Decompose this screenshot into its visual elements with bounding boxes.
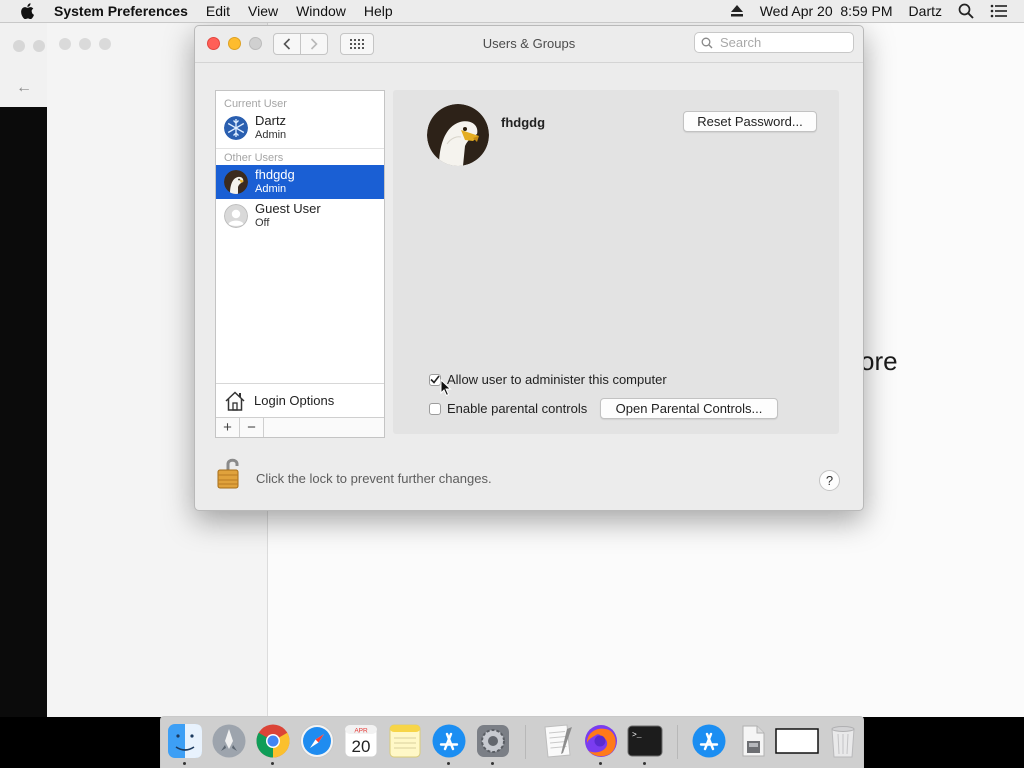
background-window-traffic-lights <box>59 38 111 50</box>
downloads-stack-icon[interactable] <box>691 723 727 759</box>
menu-edit[interactable]: Edit <box>206 3 230 19</box>
safari-icon[interactable] <box>299 723 335 759</box>
launchpad-icon[interactable] <box>211 723 247 759</box>
firefox-icon[interactable] <box>583 723 619 759</box>
user-row-fhdgdg[interactable]: fhdgdg Admin <box>216 165 384 199</box>
user-name: fhdgdg <box>255 167 295 182</box>
terminal-prompt: >_ <box>632 731 642 740</box>
remove-user-button[interactable]: − <box>240 418 264 437</box>
detail-username: fhdgdg <box>501 115 546 130</box>
app-store-icon[interactable] <box>431 723 467 759</box>
menu-datetime[interactable]: Wed Apr 20 8:59 PM <box>760 3 893 19</box>
zoom-button[interactable] <box>249 37 262 50</box>
help-button[interactable]: ? <box>819 470 840 491</box>
house-icon <box>225 390 245 411</box>
chrome-running-indicator <box>271 762 274 765</box>
chrome-icon[interactable] <box>255 723 291 759</box>
user-list: Current User Dartz Admin Other Users fhd… <box>215 90 385 438</box>
user-detail-panel: fhdgdg Reset Password... Allow user to a… <box>393 90 839 434</box>
finder-running-indicator <box>183 762 186 765</box>
back-button[interactable] <box>273 33 301 55</box>
allow-admin-label[interactable]: Allow user to administer this computer <box>447 372 667 387</box>
show-all-button[interactable] <box>340 33 374 55</box>
checkmark-icon <box>430 375 440 384</box>
dock-separator <box>677 725 678 759</box>
menu-app-name[interactable]: System Preferences <box>54 3 188 19</box>
user-role: Off <box>255 217 270 229</box>
grid-icon <box>350 39 364 49</box>
lock-status-text: Click the lock to prevent further change… <box>256 471 492 486</box>
parental-controls-checkbox[interactable] <box>429 402 441 415</box>
system-preferences-icon[interactable] <box>475 723 511 759</box>
user-role: Admin <box>255 183 287 195</box>
guest-user-icon <box>224 204 248 228</box>
chevron-right-icon <box>310 38 318 50</box>
eagle-avatar <box>224 170 248 194</box>
open-parental-controls-button[interactable]: Open Parental Controls... <box>600 398 778 419</box>
minimize-button[interactable] <box>228 37 241 50</box>
app-store-running-indicator <box>447 762 450 765</box>
eject-icon[interactable] <box>730 5 744 17</box>
spotlight-search-icon[interactable] <box>958 3 974 19</box>
terminal-running-indicator <box>643 762 646 765</box>
mouse-cursor-icon <box>440 379 452 397</box>
dock-separator <box>525 725 526 759</box>
dock: APR 20 >_ <box>160 716 864 768</box>
notes-icon[interactable] <box>387 723 423 759</box>
back-arrow-icon[interactable]: ← <box>16 79 32 97</box>
finder-icon[interactable] <box>167 723 203 759</box>
close-button[interactable] <box>207 37 220 50</box>
search-input[interactable] <box>718 34 842 51</box>
reset-password-button[interactable]: Reset Password... <box>683 111 817 132</box>
menu-bar: System Preferences Edit View Window Help… <box>0 0 1024 23</box>
user-name: Guest User <box>255 201 321 216</box>
menu-help[interactable]: Help <box>364 3 393 19</box>
search-icon <box>701 37 713 48</box>
user-name: Dartz <box>255 113 287 128</box>
chevron-left-icon <box>283 38 291 50</box>
background-window-controls <box>13 40 45 52</box>
terminal-icon[interactable]: >_ <box>627 723 663 759</box>
calendar-icon[interactable]: APR 20 <box>343 723 379 759</box>
system-preferences-running-indicator <box>491 762 494 765</box>
firefox-running-indicator <box>599 762 602 765</box>
current-user-header: Current User <box>224 98 287 110</box>
user-role: Admin <box>255 129 287 141</box>
list-buttons: + − <box>216 417 384 437</box>
users-groups-window: Users & Groups Current User Dartz <box>194 25 864 511</box>
forward-button[interactable] <box>301 33 328 55</box>
trash-icon[interactable] <box>825 723 861 759</box>
search-field[interactable] <box>694 32 854 53</box>
user-picture[interactable] <box>427 104 489 166</box>
background-window-text: ore <box>860 346 898 376</box>
user-row-dartz[interactable]: Dartz Admin <box>216 111 384 145</box>
add-user-button[interactable]: + <box>216 418 240 437</box>
textedit-icon[interactable] <box>539 723 575 759</box>
menu-view[interactable]: View <box>248 3 278 19</box>
menu-window[interactable]: Window <box>296 3 346 19</box>
document-icon[interactable] <box>735 723 771 759</box>
title-bar: Users & Groups <box>195 26 863 63</box>
menu-user[interactable]: Dartz <box>909 3 942 19</box>
user-row-guest[interactable]: Guest User Off <box>216 199 384 233</box>
login-options-button[interactable]: Login Options <box>216 383 384 417</box>
minimized-window-thumbnail[interactable] <box>775 723 819 759</box>
other-users-header: Other Users <box>224 152 284 164</box>
snowflake-avatar <box>224 116 248 140</box>
calendar-day: 20 <box>352 737 371 756</box>
background-window-toolbar: ← <box>0 23 47 107</box>
notification-center-icon[interactable] <box>990 4 1008 18</box>
apple-menu-icon[interactable] <box>20 3 34 19</box>
calendar-month: APR <box>354 728 368 735</box>
lock-icon[interactable] <box>215 456 247 492</box>
login-options-label: Login Options <box>254 393 335 408</box>
parental-controls-label[interactable]: Enable parental controls <box>447 401 587 416</box>
